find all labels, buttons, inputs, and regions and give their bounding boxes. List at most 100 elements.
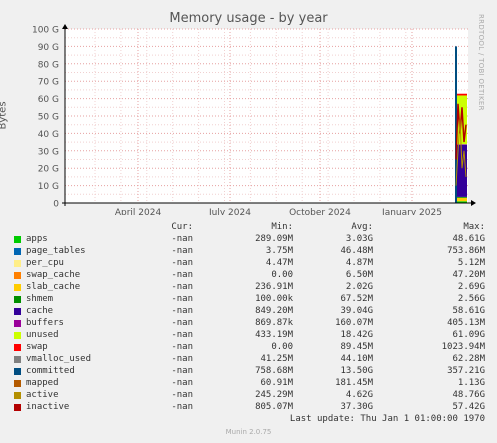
legend-swatch [14, 380, 21, 387]
legend-row-cache: cache -nan 849.20M 39.04G 58.61G [0, 306, 497, 318]
legend-row-committed: committed -nan 758.68M 13.50G 357.21G [0, 366, 497, 378]
y-tick-label: 0 [53, 200, 59, 210]
legend-max: 58.61G [452, 306, 485, 316]
legend-name: mapped [26, 378, 59, 388]
legend-max: 2.69G [457, 282, 485, 292]
legend-cur: -nan [171, 354, 193, 364]
legend-name: committed [26, 366, 75, 376]
legend-row-active: active -nan 245.29M 4.62G 48.76G [0, 390, 497, 402]
legend-cur: -nan [171, 342, 193, 352]
legend-avg: 39.04G [340, 306, 373, 316]
legend-avg: 181.45M [335, 378, 373, 388]
legend-max: 1.13G [457, 378, 485, 388]
legend-min: 433.19M [255, 330, 293, 340]
last-update: Last update: Thu Jan 1 01:00:00 1970 [289, 414, 485, 424]
legend-max: 48.76G [452, 390, 485, 400]
legend-min: 236.91M [255, 282, 293, 292]
legend-cur: -nan [171, 270, 193, 280]
x-axis-arrow [471, 200, 476, 206]
chart-plot: 0 10 G 20 G 30 G 40 G 50 G 60 G 70 G 80 G 90 G 100… [32, 24, 476, 215]
legend-max: 405.13M [447, 318, 485, 328]
legend-cur: -nan [171, 378, 193, 388]
legend-min: 245.29M [255, 390, 293, 400]
legend-min: 4.47M [265, 258, 293, 268]
legend-min: 849.20M [255, 306, 293, 316]
legend-name: slab_cache [26, 282, 81, 292]
legend-avg: 89.45M [340, 342, 373, 352]
legend-row-apps: apps -nan 289.09M 3.03G 48.61G [0, 234, 497, 246]
legend-cur: -nan [171, 306, 193, 316]
legend-max: 1023.94M [441, 342, 485, 352]
grid [65, 28, 468, 203]
legend-row-per_cpu: per_cpu -nan 4.47M 4.87M 5.12M [0, 258, 497, 270]
legend-avg: 3.03G [345, 234, 373, 244]
legend-min: 869.87k [255, 318, 293, 328]
legend-swatch [14, 236, 21, 243]
x-tick-label: April 2024 [115, 208, 162, 215]
legend-name: page_tables [26, 246, 86, 256]
legend-max: 62.28M [452, 354, 485, 364]
legend-min: 0.00 [271, 270, 293, 280]
legend-row-vmalloc_used: vmalloc_used -nan 41.25M 44.10M 62.28M [0, 354, 497, 366]
legend-header: Cur: Min: Avg: Max: [0, 222, 497, 234]
legend-cur: -nan [171, 318, 193, 328]
legend-max: 5.12M [457, 258, 485, 268]
legend-swatch [14, 332, 21, 339]
legend-name: swap_cache [26, 270, 81, 280]
y-tick-label: 60 G [38, 95, 59, 105]
legend-row-unused: unused -nan 433.19M 18.42G 61.09G [0, 330, 497, 342]
legend-name: per_cpu [26, 258, 64, 268]
y-tick-label: 90 G [38, 43, 59, 53]
legend-swatch [14, 392, 21, 399]
legend-swatch [14, 260, 21, 267]
y-tick-label: 70 G [38, 78, 59, 88]
legend-name: swap [26, 342, 48, 352]
legend-cur: -nan [171, 390, 193, 400]
legend-avg: 13.50G [340, 366, 373, 376]
legend-header-cur: Cur: [171, 222, 193, 232]
legend-swatch [14, 284, 21, 291]
legend-avg: 2.02G [345, 282, 373, 292]
legend-min: 0.00 [271, 342, 293, 352]
legend-avg: 67.52M [340, 294, 373, 304]
legend-cur: -nan [171, 330, 193, 340]
legend-swatch [14, 308, 21, 315]
legend-avg: 4.87M [345, 258, 373, 268]
legend-min: 41.25M [260, 354, 293, 364]
legend-name: apps [26, 234, 48, 244]
legend-cur: -nan [171, 294, 193, 304]
legend-avg: 44.10M [340, 354, 373, 364]
legend-avg: 6.50M [345, 270, 373, 280]
legend-row-shmem: shmem -nan 100.00k 67.52M 2.56G [0, 294, 497, 306]
x-tick-labels: April 2024 July 2024 October 2024 January 2… [115, 208, 442, 215]
legend-swatch [14, 272, 21, 279]
legend-row-swap_cache: swap_cache -nan 0.00 6.50M 47.20M [0, 270, 497, 282]
y-tick-label: 20 G [38, 165, 59, 175]
legend-row-swap: swap -nan 0.00 89.45M 1023.94M [0, 342, 497, 354]
legend-max: 2.56G [457, 294, 485, 304]
legend-name: active [26, 390, 59, 400]
legend-header-min: Min: [271, 222, 293, 232]
legend-row-page_tables: page_tables -nan 3.75M 46.48M 753.86M [0, 246, 497, 258]
legend-min: 60.91M [260, 378, 293, 388]
legend-row-mapped: mapped -nan 60.91M 181.45M 1.13G [0, 378, 497, 390]
legend-avg: 18.42G [340, 330, 373, 340]
legend-min: 289.09M [255, 234, 293, 244]
munin-version: Munin 2.0.75 [225, 428, 272, 436]
legend-swatch [14, 248, 21, 255]
legend-avg: 37.30G [340, 402, 373, 412]
legend-min: 805.07M [255, 402, 293, 412]
legend-avg: 46.48M [340, 246, 373, 256]
legend-header-max: Max: [463, 222, 485, 232]
legend-max: 47.20M [452, 270, 485, 280]
legend-row-buffers: buffers -nan 869.87k 160.07M 405.13M [0, 318, 497, 330]
x-tick-label: July 2024 [208, 208, 251, 215]
y-tick-label: 10 G [38, 182, 59, 192]
legend-name: unused [26, 330, 59, 340]
legend-swatch [14, 368, 21, 375]
x-tick-label: January 2025 [381, 208, 442, 215]
legend-swatch [14, 356, 21, 363]
legend-cur: -nan [171, 282, 193, 292]
legend-swatch [14, 404, 21, 411]
legend-cur: -nan [171, 234, 193, 244]
